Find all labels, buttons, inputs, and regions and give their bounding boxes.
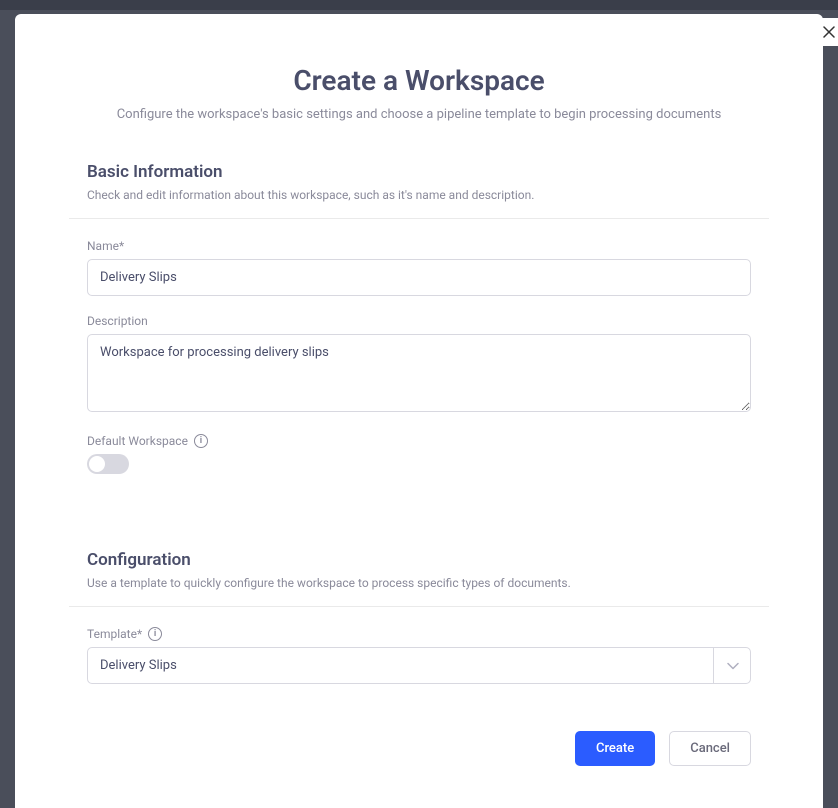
description-label: Description (87, 314, 751, 328)
section-title-basic: Basic Information (87, 162, 751, 182)
basic-information-section: Basic Information Check and edit informa… (87, 162, 751, 474)
template-select-wrapper: Delivery Slips (87, 647, 751, 684)
toggle-handle (89, 456, 105, 472)
close-icon (823, 26, 835, 38)
name-label: Name* (87, 239, 751, 253)
name-input[interactable] (87, 259, 751, 296)
default-workspace-toggle[interactable] (87, 454, 129, 474)
modal-footer: Create Cancel (575, 731, 751, 766)
template-field-group: Template* i Delivery Slips (87, 627, 751, 684)
info-icon[interactable]: i (194, 434, 208, 448)
description-input[interactable]: Workspace for processing delivery slips (87, 334, 751, 412)
create-workspace-modal: Create a Workspace Configure the workspa… (15, 14, 823, 808)
modal-title: Create a Workspace (87, 64, 751, 97)
modal-subtitle: Configure the workspace's basic settings… (87, 107, 751, 122)
section-subtitle-config: Use a template to quickly configure the … (87, 576, 751, 590)
name-field-group: Name* (87, 239, 751, 296)
template-label: Template* i (87, 627, 751, 641)
description-field-group: Description Workspace for processing del… (87, 314, 751, 416)
info-icon[interactable]: i (148, 627, 162, 641)
divider (69, 606, 769, 607)
default-workspace-label: Default Workspace i (87, 434, 751, 448)
divider (69, 218, 769, 219)
cancel-button[interactable]: Cancel (669, 731, 751, 766)
default-workspace-field-group: Default Workspace i (87, 434, 751, 474)
modal-header: Create a Workspace Configure the workspa… (87, 64, 751, 122)
configuration-section: Configuration Use a template to quickly … (87, 550, 751, 684)
create-button[interactable]: Create (575, 731, 655, 766)
section-subtitle-basic: Check and edit information about this wo… (87, 188, 751, 202)
section-title-config: Configuration (87, 550, 751, 570)
template-select[interactable]: Delivery Slips (87, 647, 751, 684)
